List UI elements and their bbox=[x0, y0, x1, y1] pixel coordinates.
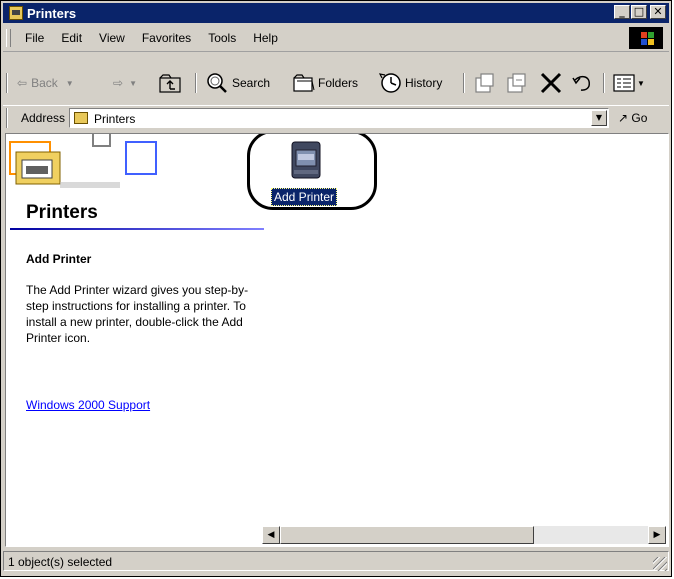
status-bar: 1 object(s) selected bbox=[3, 551, 669, 573]
copy-to-button[interactable] bbox=[505, 71, 529, 95]
address-value: Printers bbox=[94, 112, 136, 126]
selected-item-title: Add Printer bbox=[26, 252, 92, 266]
move-to-button[interactable] bbox=[473, 71, 497, 95]
move-to-icon bbox=[475, 73, 494, 93]
standard-toolbar: ⇦ Back ▼ ⇨ ▼ Search Folders History ▼ bbox=[3, 53, 669, 109]
horizontal-scrollbar[interactable]: ◀ ▶ bbox=[262, 526, 666, 544]
printers-folder-icon bbox=[74, 112, 88, 124]
views-button[interactable]: ▼ bbox=[613, 71, 645, 95]
back-label: Back bbox=[31, 76, 58, 90]
back-arrow-icon: ⇦ bbox=[17, 76, 28, 90]
toolbar-separator bbox=[463, 73, 465, 93]
pane-title: Printers bbox=[26, 202, 98, 223]
folders-button[interactable]: Folders bbox=[293, 71, 358, 95]
title-bar[interactable]: Printers _ □ ✕ bbox=[3, 3, 669, 23]
views-dropdown-icon: ▼ bbox=[637, 78, 645, 88]
go-arrow-icon: ↗ bbox=[618, 111, 629, 125]
forward-button[interactable]: ⇨ ▼ bbox=[113, 71, 137, 95]
menu-help[interactable]: Help bbox=[253, 31, 278, 45]
resize-grip-icon[interactable] bbox=[653, 557, 667, 571]
undo-icon bbox=[572, 75, 590, 91]
menu-edit[interactable]: Edit bbox=[61, 31, 82, 45]
address-label: Address bbox=[21, 111, 66, 125]
address-dropdown-button[interactable]: ▼ bbox=[591, 110, 607, 126]
folder-view[interactable]: Printers Add Printer The Add Printer wiz… bbox=[5, 133, 669, 547]
back-button[interactable]: ⇦ Back ▼ bbox=[17, 71, 74, 95]
history-label: History bbox=[405, 76, 443, 90]
explorer-window: Printers _ □ ✕ File Edit View Favorites … bbox=[0, 0, 672, 577]
windows-logo-icon bbox=[629, 27, 663, 49]
toolbar-grip[interactable] bbox=[6, 73, 8, 93]
close-button[interactable]: ✕ bbox=[650, 5, 666, 19]
delete-button[interactable] bbox=[539, 71, 563, 95]
windows-support-link[interactable]: Windows 2000 Support bbox=[26, 398, 150, 412]
address-bar: Address Printers ▼ ↗ Go bbox=[3, 105, 669, 130]
menu-favorites[interactable]: Favorites bbox=[142, 31, 191, 45]
address-field[interactable]: Printers ▼ bbox=[69, 108, 609, 128]
window-title: Printers bbox=[27, 5, 77, 21]
forward-arrow-icon: ⇨ bbox=[113, 76, 124, 90]
scroll-thumb[interactable] bbox=[280, 526, 534, 544]
search-label: Search bbox=[232, 76, 271, 90]
history-button[interactable]: History bbox=[379, 71, 442, 95]
menu-file[interactable]: File bbox=[25, 31, 44, 45]
views-icon bbox=[613, 74, 635, 92]
scroll-left-button[interactable]: ◀ bbox=[262, 526, 280, 544]
web-view-pane: Printers Add Printer The Add Printer wiz… bbox=[6, 134, 264, 546]
menu-bar: File Edit View Favorites Tools Help bbox=[3, 25, 669, 52]
printers-folder-icon bbox=[9, 6, 23, 20]
folders-icon bbox=[293, 74, 315, 92]
add-printer-label[interactable]: Add Printer bbox=[271, 188, 338, 206]
go-button[interactable]: ↗ Go bbox=[618, 111, 647, 125]
forward-dropdown-icon: ▼ bbox=[129, 78, 137, 88]
folders-label: Folders bbox=[318, 76, 359, 90]
search-button[interactable]: Search bbox=[205, 71, 270, 95]
undo-button[interactable] bbox=[571, 71, 595, 95]
printers-folder-large-icon bbox=[9, 134, 157, 188]
up-folder-icon bbox=[159, 74, 181, 93]
up-button[interactable] bbox=[159, 71, 181, 95]
status-text: 1 object(s) selected bbox=[8, 555, 113, 569]
title-divider bbox=[10, 228, 264, 230]
address-grip[interactable] bbox=[6, 108, 8, 128]
selected-item-description: The Add Printer wizard gives you step-by… bbox=[26, 283, 249, 345]
window-controls: _ □ ✕ bbox=[613, 5, 666, 19]
toolbar-separator bbox=[195, 73, 197, 93]
menu-grip[interactable] bbox=[6, 29, 11, 47]
add-printer-icon[interactable] bbox=[289, 140, 323, 180]
search-icon bbox=[207, 73, 227, 93]
minimize-button[interactable]: _ bbox=[614, 5, 630, 19]
delete-icon bbox=[540, 72, 562, 94]
back-dropdown-icon: ▼ bbox=[65, 78, 74, 88]
history-icon bbox=[379, 73, 401, 93]
menu-view[interactable]: View bbox=[99, 31, 125, 45]
go-label: Go bbox=[631, 111, 648, 125]
copy-to-icon bbox=[507, 73, 526, 93]
menu-tools[interactable]: Tools bbox=[208, 31, 236, 45]
maximize-button[interactable]: □ bbox=[631, 5, 647, 19]
scroll-right-button[interactable]: ▶ bbox=[648, 526, 666, 544]
toolbar-separator bbox=[603, 73, 605, 93]
